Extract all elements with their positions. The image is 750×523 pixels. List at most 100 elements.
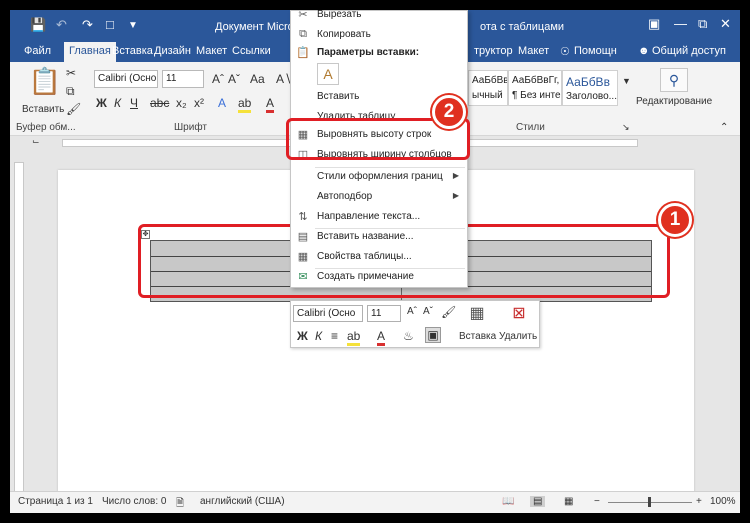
mini-insert-button[interactable]: Вставка <box>459 331 496 342</box>
italic-icon[interactable]: К <box>315 329 322 343</box>
font-color-icon[interactable]: A <box>377 329 386 346</box>
shrink-font-icon[interactable]: Aˇ <box>228 72 240 86</box>
tab-references[interactable]: Ссылки <box>232 45 271 57</box>
styles-launcher-icon[interactable]: ↘ <box>622 122 630 133</box>
callout-badge-2: 2 <box>432 95 466 129</box>
scissors-icon: ✂ <box>298 10 308 21</box>
menu-item-table-properties[interactable]: ▦ Свойства таблицы... <box>291 247 467 267</box>
tab-table-design[interactable]: труктор <box>474 45 513 57</box>
redo-icon[interactable]: ↷ <box>82 17 93 33</box>
save-icon[interactable]: 💾 <box>30 17 46 33</box>
style-normal[interactable]: АаБбВвГг, ычный <box>468 70 508 106</box>
center-align-icon[interactable]: ≡ <box>331 329 338 343</box>
collapse-ribbon-icon[interactable]: ⌃ <box>720 122 728 133</box>
comment-icon: ✉ <box>298 271 308 283</box>
tab-design[interactable]: Дизайн <box>154 45 191 57</box>
ribbon-display-icon[interactable]: ▣ <box>648 16 660 32</box>
copy-icon: ⧉ <box>299 28 307 40</box>
mini-toolbar: Calibri (Осно 11 Aˆ Aˇ 🖌 Ж К ≡ ab A ♨ ▣ … <box>290 300 540 348</box>
underline-icon[interactable]: Ч <box>130 96 138 110</box>
subscript-icon[interactable]: x₂ <box>176 96 187 110</box>
font-name-field[interactable]: Calibri (Осно <box>94 70 158 88</box>
restore-icon[interactable]: ⧉ <box>698 16 707 32</box>
menu-item-autofit[interactable]: Автоподбор ▶ <box>291 187 467 207</box>
font-size-field[interactable]: 11 <box>162 70 204 88</box>
grow-font-icon[interactable]: Aˆ <box>212 72 224 86</box>
customize-toolbar-icon[interactable]: ▼ <box>128 20 138 31</box>
menu-item-cut[interactable]: ✂ Вырезать <box>291 10 467 25</box>
zoom-in-icon[interactable]: + <box>696 496 702 507</box>
copy-icon[interactable]: ⧉ <box>66 84 75 99</box>
borders-icon[interactable]: ▣ <box>425 327 441 343</box>
tab-layout[interactable]: Макет <box>196 45 227 57</box>
undo-icon[interactable]: ↶ <box>56 17 67 33</box>
styles-more-icon[interactable]: ▼ <box>622 76 631 86</box>
shrink-font-icon[interactable]: Aˇ <box>423 306 433 317</box>
tab-table-layout[interactable]: Макет <box>518 45 549 57</box>
menu-item-insert-caption[interactable]: ▤ Вставить название... <box>291 227 467 247</box>
submenu-arrow-icon: ▶ <box>452 191 459 200</box>
insert-table-icon[interactable]: ▦ <box>467 303 487 323</box>
superscript-icon[interactable]: x² <box>194 96 204 110</box>
style-name: Заголово... <box>566 91 617 102</box>
delete-table-icon[interactable]: ⊠ <box>509 303 529 323</box>
tab-file[interactable]: Файл <box>24 45 51 57</box>
paste-button[interactable]: Вставить <box>22 104 64 115</box>
close-icon[interactable]: ✕ <box>720 16 731 32</box>
print-layout-icon[interactable]: ▤ <box>530 496 546 507</box>
styles-group-label: Стили <box>516 122 545 133</box>
zoom-out-icon[interactable]: − <box>594 496 600 507</box>
menu-item-text-direction[interactable]: ⇅ Направление текста... <box>291 207 467 227</box>
language[interactable]: английский (США) <box>200 496 285 507</box>
menu-item-copy[interactable]: ⧉ Копировать <box>291 25 467 45</box>
text-effects-icon[interactable]: A <box>218 96 226 110</box>
new-document-icon[interactable]: □ <box>106 17 114 32</box>
italic-icon[interactable]: К <box>114 96 121 110</box>
lightbulb-icon[interactable]: ☉ <box>560 45 570 58</box>
search-icon[interactable]: ⚲ <box>660 68 688 92</box>
person-icon[interactable]: ☻ <box>638 45 650 57</box>
font-color-icon[interactable]: A <box>266 96 275 113</box>
page-count[interactable]: Страница 1 из 1 <box>18 496 93 507</box>
change-case-icon[interactable]: Aa <box>250 72 265 86</box>
paste-option-icon[interactable]: A <box>317 63 339 85</box>
cut-icon[interactable]: ✂ <box>66 66 76 80</box>
mini-font-name-field[interactable]: Calibri (Осно <box>293 305 363 322</box>
mini-delete-button[interactable]: Удалить <box>499 331 537 342</box>
share-button[interactable]: Общий доступ <box>652 45 726 57</box>
tab-home[interactable]: Главная <box>64 42 116 62</box>
style-name: ¶ Без инте... <box>512 90 561 101</box>
style-preview: АаБбВвГг, <box>472 75 508 86</box>
tab-stop-icon[interactable]: ⌙ <box>32 136 40 147</box>
text-direction-icon: ⇅ <box>298 211 308 223</box>
format-painter-icon[interactable]: 🖌 <box>66 102 81 116</box>
shading-icon[interactable]: ♨ <box>403 329 414 343</box>
read-mode-icon[interactable]: 📖 <box>502 496 514 507</box>
highlight-icon[interactable]: ab <box>238 96 252 113</box>
menu-item-border-styles[interactable]: Стили оформления границ ▶ <box>291 167 467 187</box>
grow-font-icon[interactable]: Aˆ <box>407 306 417 317</box>
strikethrough-icon[interactable]: abc <box>150 96 169 110</box>
word-count[interactable]: Число слов: 0 <box>102 496 166 507</box>
minimize-icon[interactable]: — <box>674 16 687 31</box>
mini-font-size-field[interactable]: 11 <box>367 305 401 322</box>
submenu-arrow-icon: ▶ <box>452 171 459 180</box>
vertical-ruler <box>14 162 24 492</box>
paste-icon: 📋 <box>296 47 310 59</box>
zoom-slider-handle[interactable] <box>648 497 651 507</box>
style-no-spacing[interactable]: АаБбВвГг, ¶ Без инте... <box>508 70 562 106</box>
highlight-icon[interactable]: ab <box>347 329 361 346</box>
paste-icon[interactable]: 📋 <box>28 66 62 102</box>
tell-me-box[interactable]: Помощн <box>574 45 617 57</box>
clipboard-group-label: Буфер обм... <box>16 122 76 133</box>
menu-item-new-comment[interactable]: ✉ Создать примечание <box>291 267 467 287</box>
format-painter-icon[interactable]: 🖌 <box>441 305 456 319</box>
editing-button[interactable]: Редактирование <box>636 96 712 107</box>
zoom-level[interactable]: 100% <box>710 496 736 507</box>
style-heading[interactable]: АаБбВв Заголово... <box>562 70 618 106</box>
proofing-icon[interactable]: 🗎 <box>176 496 184 513</box>
bold-icon[interactable]: Ж <box>96 96 107 110</box>
tab-insert[interactable]: Вставка <box>112 45 153 57</box>
bold-icon[interactable]: Ж <box>297 329 308 343</box>
web-layout-icon[interactable]: ▦ <box>564 496 573 507</box>
